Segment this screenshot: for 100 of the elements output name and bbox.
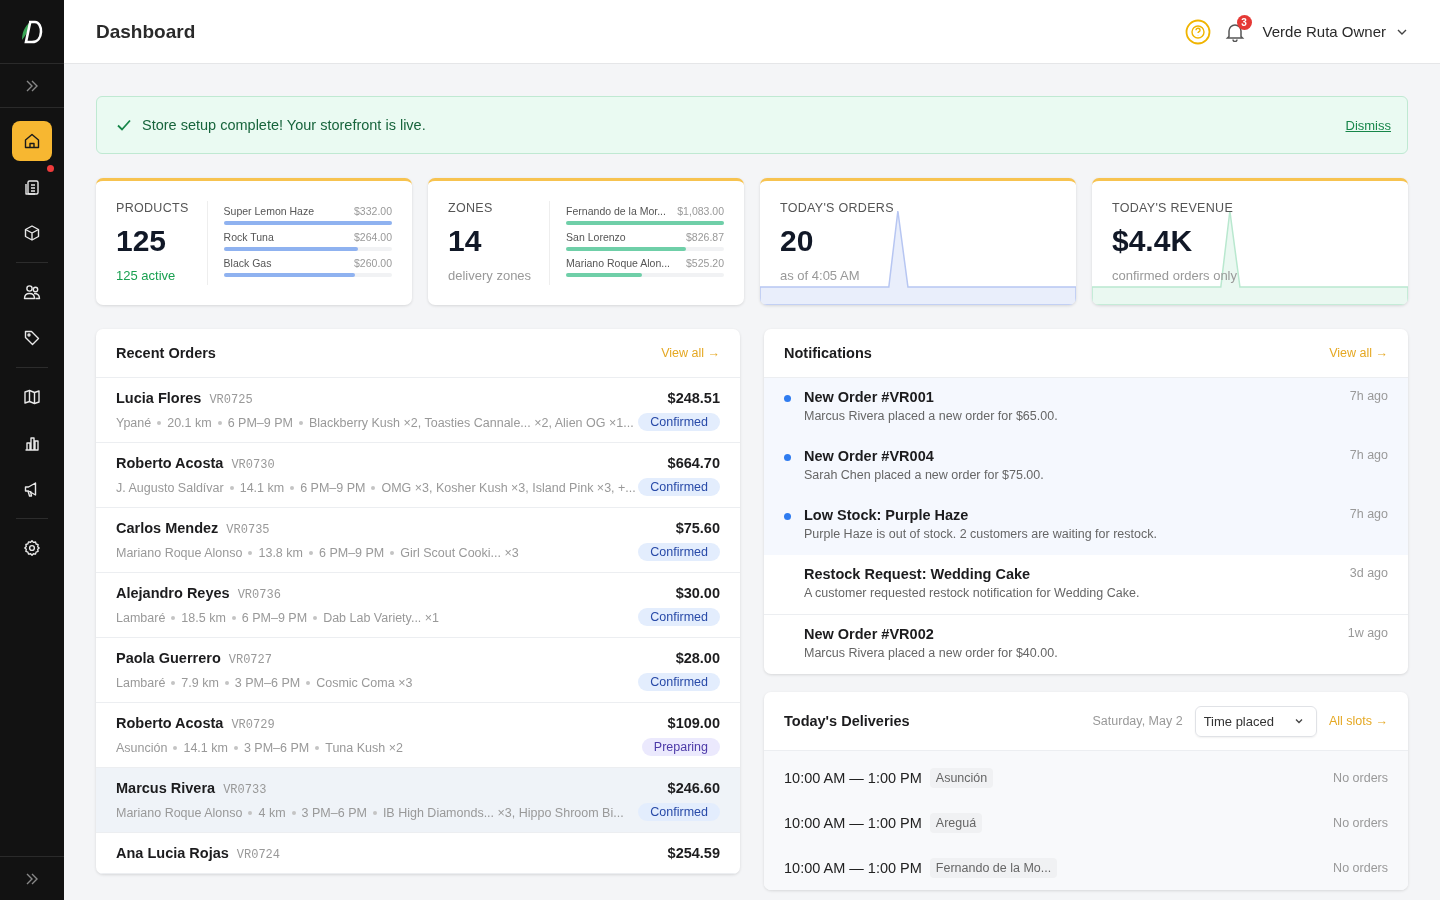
zone-tag: Areguá	[929, 812, 983, 833]
order-detail: 3 PM–6 PM	[301, 806, 367, 820]
bar-label: Mariano Roque Alon...	[566, 257, 670, 269]
bar-amount: $826.87	[686, 231, 724, 243]
order-detail: 6 PM–9 PM	[318, 546, 385, 560]
order-detail: 18.5 km	[181, 611, 226, 625]
notification-time: 7h ago	[1349, 507, 1388, 521]
order-detail: Ypané	[116, 416, 152, 430]
banner-message: Store setup complete! Your storefront is live.	[142, 117, 426, 133]
stat-caption: 125 active	[116, 268, 177, 283]
order-code: VR0724	[236, 848, 281, 862]
separator-dot	[371, 486, 376, 490]
bar-label: Rock Tuna	[223, 231, 274, 243]
order-detail: Girl Scout Cooki... ×3	[400, 546, 519, 560]
notification-text: Marcus Rivera placed a new order for $40.00.	[804, 646, 1059, 660]
bar-amount: $1,083.00	[677, 205, 724, 217]
notification-count: 3	[1236, 14, 1252, 30]
order-row[interactable]: Paola Guerrero VR0727 Lambaré 7.9 km 3 PM–6 PM Cosmic Coma ×3 $28.00 Confirmed	[96, 638, 740, 703]
order-detail: IB High Diamonds... ×3, Hippo Shroom Bi...	[382, 806, 624, 820]
order-row[interactable]: Marcus Rivera VR0733 Mariano Roque Alonso 4 km 3 PM–6 PM IB High Diamonds... ×3, Hippo Shroom Bi... $246.60 Confirmed	[96, 768, 740, 833]
notification-time: 3d ago	[1349, 566, 1388, 580]
notification-time: 7h ago	[1349, 448, 1388, 462]
status-pill: Confirmed	[638, 413, 720, 431]
customer-name: Roberto Acosta	[116, 455, 224, 471]
order-detail: Mariano Roque Alonso	[116, 806, 243, 820]
status-pill: Confirmed	[638, 803, 720, 821]
sort-dropdown[interactable]: Time placed	[1194, 705, 1317, 737]
notification-item[interactable]: New Order #VR004 Sarah Chen placed a new order for $75.00. 7h ago	[764, 437, 1408, 496]
order-detail: 6 PM–9 PM	[241, 611, 308, 625]
order-detail: 6 PM–9 PM	[227, 416, 293, 430]
dismiss-link[interactable]: Dismiss	[1345, 117, 1391, 133]
status-pill: Confirmed	[638, 673, 720, 691]
customer-name: Paola Guerrero	[116, 650, 221, 666]
separator-dot	[306, 681, 311, 685]
order-amount: $254.59	[667, 845, 720, 861]
separator-dot	[248, 811, 253, 815]
order-row[interactable]: Alejandro Reyes VR0736 Lambaré 18.5 km 6 PM–9 PM Dab Lab Variety... ×1 $30.00 Confirmed	[96, 573, 740, 638]
order-detail: 14.1 km	[183, 741, 228, 755]
notification-title: New Order #VR002	[804, 626, 935, 642]
order-row[interactable]: Roberto Acosta VR0730 J. Augusto Saldívar 14.1 km 6 PM–9 PM OMG ×3, Kosher Kush ×3, Island Pink ×3, +... $664.70 Confirmed	[96, 443, 740, 508]
delivery-slot: 10:00 AM — 1:00 PM	[784, 814, 922, 831]
unread-dot	[784, 395, 791, 402]
notification-item[interactable]: Low Stock: Purple Haze Purple Haze is out of stock. 2 customers are waiting for restock. 7h ago	[764, 496, 1408, 555]
status-pill: Confirmed	[638, 543, 720, 561]
bar-amount: $260.00	[354, 257, 392, 269]
stat-caption: delivery zones	[448, 268, 532, 283]
orders-count: No orders	[1333, 770, 1388, 785]
stat-label: TODAY'S ORDERS	[780, 201, 894, 215]
delivery-slot: 10:00 AM — 1:00 PM	[784, 769, 922, 786]
order-detail: 7.9 km	[181, 676, 219, 690]
help-icon	[1184, 18, 1211, 45]
bar-chart-icon	[23, 434, 41, 452]
separator-dot	[372, 811, 377, 815]
delivery-slot: 10:00 AM — 1:00 PM	[784, 859, 922, 876]
sidebar-nav-button[interactable]	[12, 121, 52, 161]
customer-name: Lucia Flores	[116, 390, 202, 406]
customer-name: Roberto Acosta	[116, 715, 224, 731]
page-title: Dashboard	[96, 20, 196, 43]
orders-count: No orders	[1333, 815, 1388, 830]
order-code: VR0733	[223, 783, 267, 797]
order-code: VR0736	[237, 588, 281, 602]
unread-dot	[784, 454, 791, 461]
notification-title: Low Stock: Purple Haze	[804, 507, 970, 523]
order-detail: Blackberry Kush ×2, Toasties Cannale... ×2, Alien OG ×1...	[309, 416, 634, 430]
unread-dot	[784, 513, 791, 520]
bar-label: Fernando de la Mor...	[566, 205, 666, 217]
order-detail: Dab Lab Variety... ×1	[323, 611, 440, 625]
stat-value: $4.4K	[1112, 224, 1194, 258]
notification-title: New Order #VR004	[804, 448, 935, 464]
bar-amount: $525.20	[686, 257, 724, 269]
status-pill: Confirmed	[638, 478, 720, 496]
separator-dot	[313, 616, 318, 620]
bar-label: Black Gas	[223, 257, 272, 269]
notification-item[interactable]: New Order #VR002 Marcus Rivera placed a new order for $40.00. 1w ago	[764, 614, 1408, 674]
order-code: VR0727	[228, 653, 272, 667]
stat-value: 20	[780, 224, 815, 258]
notification-item[interactable]: Restock Request: Wedding Cake A customer requested restock notification for Wedding Cake. 3d ago	[764, 555, 1408, 614]
notification-item[interactable]: New Order #VR001 Marcus Rivera placed a new order for $65.00. 7h ago	[764, 378, 1408, 437]
notifications-button[interactable]: 3	[1216, 13, 1253, 50]
separator-dot	[229, 486, 234, 490]
order-amount: $248.51	[667, 390, 720, 406]
user-menu[interactable]: Verde Ruta Owner	[1262, 23, 1408, 40]
separator-dot	[233, 746, 238, 750]
order-code: VR0725	[209, 393, 253, 407]
separator-dot	[171, 616, 176, 620]
separator-dot	[171, 681, 176, 685]
stat-label: ZONES	[448, 201, 494, 215]
order-code: VR0735	[226, 523, 270, 537]
order-amount: $30.00	[675, 585, 720, 601]
bar-amount: $264.00	[354, 231, 392, 243]
separator-dot	[157, 421, 162, 425]
order-row[interactable]: Ana Lucia Rojas VR0724 $254.59	[96, 833, 740, 874]
order-amount: $109.00	[667, 715, 720, 731]
stat-label: TODAY'S REVENUE	[1112, 201, 1235, 215]
order-detail: Tuna Kush ×2	[325, 741, 403, 755]
bar-amount: $332.00	[354, 205, 392, 217]
customer-name: Carlos Mendez	[116, 520, 219, 536]
order-row[interactable]: Carlos Mendez VR0735 Mariano Roque Alonso 13.8 km 6 PM–9 PM Girl Scout Cooki... ×3 $75.60 Confirmed	[96, 508, 740, 573]
separator-dot	[248, 551, 253, 555]
order-row[interactable]: Lucia Flores VR0725 Ypané 20.1 km 6 PM–9 PM Blackberry Kush ×2, Toasties Cannale... ×2, Alien OG ×1... $248.51 Confirmed	[96, 378, 740, 443]
